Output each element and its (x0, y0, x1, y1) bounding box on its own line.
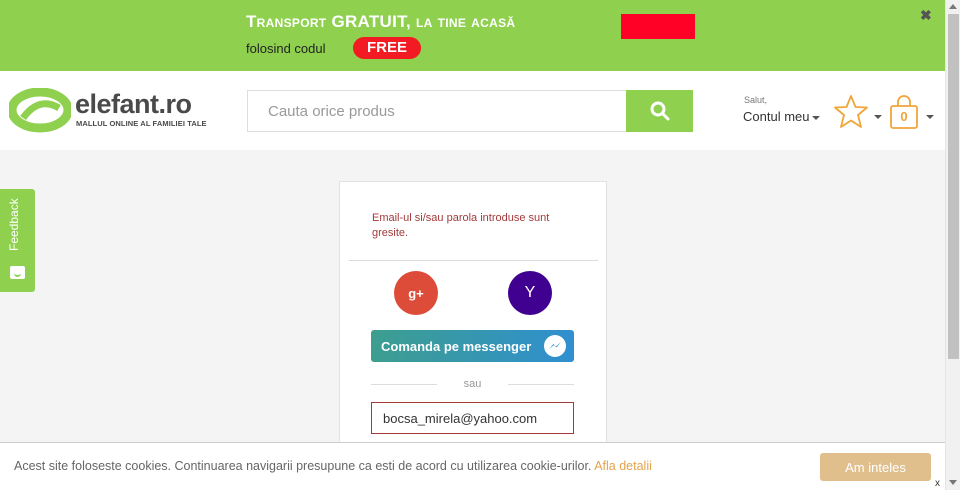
promo-title: Transport GRATUIT, la tine acasă (246, 12, 516, 31)
google-login-button[interactable]: g+ (394, 271, 438, 315)
divider-left (371, 384, 437, 385)
divider-right (508, 384, 574, 385)
search-icon (650, 101, 669, 121)
cart-chevron-down-icon[interactable] (926, 115, 934, 119)
search-button[interactable] (626, 90, 693, 132)
or-separator-text: sau (463, 378, 482, 390)
divider (349, 260, 598, 261)
scrollbar[interactable] (945, 0, 960, 490)
account-label: Contul meu (743, 109, 810, 124)
site-header: elefant.ro MALLUL ONLINE AL FAMILIEI TAL… (0, 71, 945, 150)
cookie-notice: Acest site foloseste cookies. Continuare… (14, 459, 652, 473)
cookie-bar: Acest site foloseste cookies. Continuare… (0, 442, 945, 490)
star-icon (834, 95, 868, 128)
login-card: Email-ul si/sau parola introduse sunt gr… (339, 181, 607, 451)
cookie-details-link[interactable]: Afla detalii (594, 459, 652, 473)
google-plus-icon: g+ (408, 285, 424, 301)
favorites-chevron-down-icon[interactable] (874, 115, 882, 119)
scrollbar-thumb[interactable] (948, 14, 959, 359)
logo-tagline: MALLUL ONLINE AL FAMILIEI TALE (76, 119, 207, 128)
email-field[interactable] (371, 402, 574, 434)
login-error-message: Email-ul si/sau parola introduse sunt gr… (372, 212, 550, 239)
favorites-button[interactable] (832, 94, 870, 135)
greeting-text: Salut, (744, 95, 768, 105)
feedback-tab[interactable]: Feedback (0, 189, 35, 292)
search-bar (247, 90, 693, 132)
promo-banner: Transport GRATUIT, la tine acasă folosin… (0, 0, 945, 71)
promo-red-block (621, 14, 695, 39)
cart-count-badge: 0 (900, 109, 908, 124)
logo[interactable]: elefant.ro MALLUL ONLINE AL FAMILIEI TAL… (7, 87, 224, 134)
search-input[interactable] (247, 90, 627, 132)
messenger-order-button[interactable]: Comanda pe messenger (371, 330, 574, 362)
cookie-close-icon[interactable]: x (935, 478, 945, 489)
promo-code-badge: FREE (353, 37, 421, 59)
accept-cookies-button[interactable]: Am inteles (820, 453, 931, 481)
yahoo-icon: Y (524, 284, 536, 301)
scroll-down-arrow-icon[interactable] (949, 480, 957, 485)
feedback-label: Feedback (7, 198, 21, 251)
smiley-icon (10, 266, 25, 279)
logo-wordmark: elefant.ro (75, 89, 192, 119)
messenger-button-label: Comanda pe messenger (381, 339, 532, 354)
chevron-down-icon (812, 115, 821, 120)
promo-subtitle: folosind codul (246, 41, 326, 56)
yahoo-login-button[interactable]: Y (508, 271, 552, 315)
messenger-icon (544, 335, 566, 357)
scroll-up-arrow-icon[interactable] (949, 4, 957, 9)
promo-close-icon[interactable]: ✖ (920, 7, 932, 24)
elephant-logo-icon (7, 87, 73, 133)
cookie-notice-text: Acest site foloseste cookies. Continuare… (14, 459, 592, 473)
account-menu[interactable]: Contul meu (743, 109, 821, 124)
